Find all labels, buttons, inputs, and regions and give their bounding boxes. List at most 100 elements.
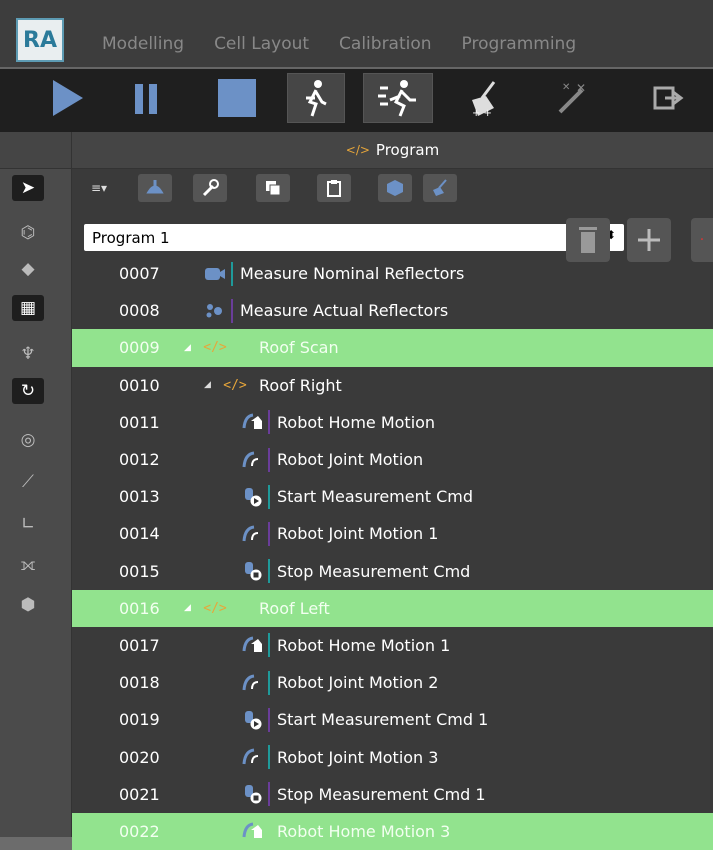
row-label: Stop Measurement Cmd bbox=[277, 561, 471, 581]
clean-program-button[interactable] bbox=[423, 174, 457, 202]
tab-modelling[interactable]: Modelling bbox=[102, 34, 184, 64]
program-tree-row[interactable]: 0017 Robot Home Motion 1 bbox=[72, 627, 713, 664]
robot-tool[interactable]: ♆ bbox=[12, 341, 44, 367]
broom-icon: + + bbox=[472, 81, 496, 118]
robot-arrow-tool[interactable]: ↻ bbox=[12, 378, 44, 404]
copy-icon bbox=[266, 181, 281, 196]
collapse-toggle-icon[interactable]: ◢ bbox=[204, 380, 211, 390]
row-number: 0019 bbox=[119, 710, 160, 730]
joint-motion-icon bbox=[239, 524, 265, 544]
program-tree-row[interactable]: 0019 Start Measurement Cmd 1 bbox=[72, 701, 713, 738]
cube-button[interactable] bbox=[378, 174, 412, 202]
program-tree-row[interactable]: 0015 Stop Measurement Cmd bbox=[72, 553, 713, 590]
robot-arrow-icon: ↻ bbox=[20, 381, 36, 401]
exit-button[interactable] bbox=[640, 73, 698, 123]
magic-button[interactable]: ✕ ✕ bbox=[545, 73, 603, 123]
cube-icon bbox=[387, 180, 403, 196]
title-bar: RA Modelling Cell Layout Calibration Pro… bbox=[0, 0, 713, 67]
tab-calibration[interactable]: Calibration bbox=[339, 34, 432, 64]
code-icon: </> bbox=[223, 377, 247, 393]
clean-button[interactable]: + + bbox=[455, 73, 513, 123]
row-number: 0007 bbox=[119, 264, 160, 284]
measure-stop-icon bbox=[239, 561, 265, 581]
program-select[interactable]: Program 1 ⬍ bbox=[84, 224, 624, 251]
paste-button[interactable] bbox=[317, 174, 351, 202]
grid-tool[interactable]: ▦ bbox=[12, 295, 44, 321]
pause-icon bbox=[135, 84, 157, 114]
wrench-icon bbox=[202, 179, 219, 197]
exit-icon bbox=[653, 86, 684, 110]
collapse-toggle-icon[interactable]: ◢ bbox=[184, 343, 191, 353]
row-number: 0014 bbox=[119, 524, 160, 544]
row-label: Robot Home Motion 1 bbox=[277, 635, 451, 655]
robot-hand-button[interactable] bbox=[138, 174, 172, 202]
wrench-button[interactable] bbox=[193, 174, 227, 202]
list-menu-button[interactable]: ≡▾ bbox=[84, 174, 114, 202]
program-tree-row[interactable]: 0007 Measure Nominal Reflectors bbox=[72, 255, 713, 292]
program-tree-row[interactable]: 0013 Start Measurement Cmd bbox=[72, 478, 713, 515]
program-tree-row[interactable]: 0022 Robot Home Motion 3 bbox=[72, 812, 713, 850]
measure-start-icon bbox=[239, 487, 265, 507]
pause-button[interactable] bbox=[116, 73, 174, 123]
walk-mode-button[interactable] bbox=[287, 73, 345, 123]
tab-cell-layout[interactable]: Cell Layout bbox=[214, 34, 309, 64]
play-icon bbox=[53, 80, 83, 116]
axes-tool[interactable]: ∟ bbox=[12, 511, 44, 537]
panel-header: </> Program bbox=[72, 132, 713, 169]
trash-icon bbox=[579, 227, 597, 253]
program-tree-row[interactable]: 0012 Robot Joint Motion bbox=[72, 441, 713, 478]
tag-tool[interactable]: ⌬ bbox=[12, 220, 44, 246]
ruler-icon: ⟋ bbox=[22, 472, 34, 492]
home-motion-icon bbox=[239, 635, 265, 655]
row-number: 0016 bbox=[119, 598, 160, 618]
measure-stop-icon bbox=[239, 784, 265, 804]
more-icon: · bbox=[699, 232, 705, 248]
row-number: 0021 bbox=[119, 784, 160, 804]
program-tree-row[interactable]: 0018 Robot Joint Motion 2 bbox=[72, 664, 713, 701]
plus-icon bbox=[638, 229, 660, 251]
list-menu-icon: ≡▾ bbox=[90, 181, 108, 195]
program-tree-row[interactable]: 0014 Robot Joint Motion 1 bbox=[72, 515, 713, 552]
tab-programming[interactable]: Programming bbox=[462, 34, 577, 64]
target-tool[interactable]: ◎ bbox=[12, 427, 44, 453]
paste-icon bbox=[327, 180, 341, 197]
box-settings-tool[interactable]: ⬢ bbox=[12, 592, 44, 618]
svg-text:+ +: + + bbox=[472, 108, 492, 118]
camera-icon bbox=[202, 264, 228, 284]
status-bar bbox=[268, 707, 270, 732]
run-icon bbox=[378, 80, 416, 117]
robot-icon: ♆ bbox=[20, 344, 36, 364]
program-tree-row[interactable]: 0010 ◢ </> Roof Right bbox=[72, 367, 713, 404]
program-tree-row[interactable]: 0011 Robot Home Motion bbox=[72, 404, 713, 441]
row-number: 0015 bbox=[119, 561, 160, 581]
row-label: Roof Right bbox=[259, 375, 342, 395]
pointer-tool[interactable]: ➤ bbox=[12, 175, 44, 201]
program-tree-row[interactable]: 0020 Robot Joint Motion 3 bbox=[72, 738, 713, 775]
row-number: 0010 bbox=[119, 375, 160, 395]
cube-arrow-tool[interactable]: ◆ bbox=[12, 256, 44, 282]
robot-hand-icon bbox=[146, 180, 164, 194]
path-tool[interactable]: ⟗ bbox=[12, 552, 44, 578]
status-bar bbox=[268, 410, 270, 435]
play-button[interactable] bbox=[38, 73, 96, 123]
status-bar bbox=[268, 670, 270, 695]
stop-button[interactable] bbox=[208, 73, 266, 123]
walk-icon bbox=[306, 80, 327, 117]
program-tree-row[interactable]: 0009 ◢ </> Roof Scan bbox=[72, 329, 713, 367]
run-mode-button[interactable] bbox=[363, 73, 433, 123]
status-bar bbox=[268, 559, 270, 584]
main-tabs: Modelling Cell Layout Calibration Progra… bbox=[72, 34, 713, 64]
row-label: Roof Left bbox=[259, 598, 330, 618]
row-number: 0017 bbox=[119, 635, 160, 655]
program-tree-row[interactable]: 0016 ◢ </> Roof Left bbox=[72, 589, 713, 627]
program-tree-row[interactable]: 0008 Measure Actual Reflectors bbox=[72, 292, 713, 329]
row-label: Robot Joint Motion 3 bbox=[277, 747, 439, 767]
joint-motion-icon bbox=[239, 747, 265, 767]
row-number: 0008 bbox=[119, 301, 160, 321]
status-bar bbox=[268, 633, 270, 658]
collapse-toggle-icon[interactable]: ◢ bbox=[184, 603, 191, 613]
program-tree-row[interactable]: 0021 Stop Measurement Cmd 1 bbox=[72, 776, 713, 813]
ruler-tool[interactable]: ⟋ bbox=[12, 469, 44, 495]
copy-button[interactable] bbox=[256, 174, 290, 202]
box-settings-icon: ⬢ bbox=[20, 595, 36, 615]
